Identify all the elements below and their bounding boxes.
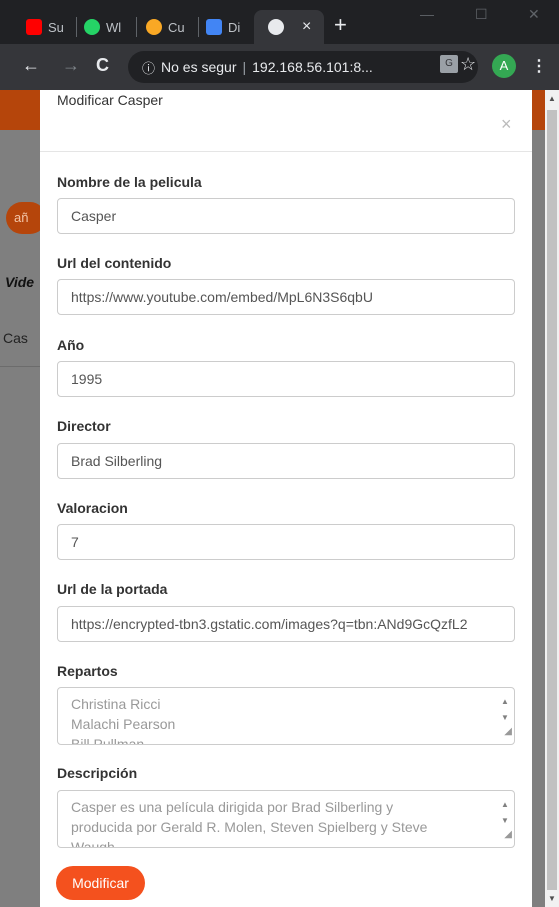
tab-whatsapp[interactable]: Wl bbox=[84, 10, 121, 44]
descripcion-line: Casper es una película dirigida por Brad… bbox=[71, 799, 394, 815]
reload-icon[interactable]: C bbox=[96, 55, 109, 75]
textarea-scrollbar[interactable]: ▲ ▼ ◢ bbox=[498, 793, 512, 845]
youtube-icon bbox=[26, 19, 42, 35]
valoracion-label: Valoracion bbox=[57, 500, 128, 516]
scrollbar-thumb[interactable] bbox=[547, 110, 557, 890]
textarea-scrollbar[interactable]: ▲ ▼ ◢ bbox=[498, 690, 512, 742]
anio-label: Año bbox=[57, 337, 85, 353]
translate-icon[interactable]: G bbox=[440, 55, 458, 73]
background-column-header: Vide bbox=[5, 274, 35, 290]
more-menu-icon[interactable]: ⋮ bbox=[531, 56, 547, 76]
tab-docs[interactable]: Di bbox=[206, 10, 240, 44]
descripcion-line: producida por Gerald R. Molen, Steven Sp… bbox=[71, 819, 428, 835]
tab-separator bbox=[198, 17, 199, 37]
address-bar[interactable]: ⓘ No es segur | 192.168.56.101:8... bbox=[128, 51, 478, 83]
address-divider: | bbox=[242, 59, 247, 75]
nombre-label: Nombre de la pelicula bbox=[57, 174, 202, 190]
back-icon[interactable]: ← bbox=[22, 55, 40, 75]
url-label: Url del contenido bbox=[57, 255, 172, 271]
globe-icon bbox=[268, 19, 284, 35]
resize-grip-icon[interactable]: ◢ bbox=[504, 825, 512, 845]
repartos-line: Malachi Pearson bbox=[71, 716, 176, 732]
portada-input[interactable]: https://encrypted-tbn3.gstatic.com/image… bbox=[57, 606, 515, 642]
modificar-button[interactable]: Modificar bbox=[56, 866, 145, 900]
address-host: 192.168.56.101:8... bbox=[252, 59, 373, 75]
valoracion-input[interactable]: 7 bbox=[57, 524, 515, 560]
info-icon[interactable]: ⓘ bbox=[142, 58, 155, 77]
new-tab-button[interactable]: + bbox=[334, 14, 347, 36]
close-icon[interactable]: × bbox=[501, 114, 512, 135]
nombre-input[interactable]: Casper bbox=[57, 198, 515, 234]
url-input[interactable]: https://www.youtube.com/embed/MpL6N3S6qb… bbox=[57, 279, 515, 315]
modal-divider bbox=[40, 151, 532, 152]
browser-toolbar: ← → C ⓘ No es segur | 192.168.56.101:8..… bbox=[0, 44, 559, 90]
minimize-button[interactable]: — bbox=[420, 6, 434, 22]
page-scrollbar[interactable]: ▲ ▼ bbox=[545, 90, 559, 907]
director-input[interactable]: Brad Silberling bbox=[57, 443, 515, 479]
scroll-up-icon[interactable]: ▲ bbox=[548, 94, 556, 103]
modal-title: Modificar Casper bbox=[57, 92, 163, 108]
repartos-line: Christina Ricci bbox=[71, 696, 161, 712]
resize-grip-icon[interactable]: ◢ bbox=[504, 722, 512, 742]
tab-active[interactable]: × bbox=[254, 10, 324, 44]
edit-movie-modal: Modificar Casper × Nombre de la pelicula… bbox=[40, 90, 532, 907]
background-divider bbox=[0, 366, 40, 367]
scroll-down-icon[interactable]: ▼ bbox=[548, 894, 556, 903]
avatar[interactable]: A bbox=[492, 54, 516, 78]
close-tab-icon[interactable]: × bbox=[302, 18, 311, 36]
star-icon[interactable]: ☆ bbox=[460, 54, 476, 75]
whatsapp-icon bbox=[84, 19, 100, 35]
anio-input[interactable]: 1995 bbox=[57, 361, 515, 397]
tab-separator bbox=[76, 17, 77, 37]
repartos-line: Bill Pullman bbox=[71, 736, 145, 745]
site-icon bbox=[146, 19, 162, 35]
docs-icon bbox=[206, 19, 222, 35]
portada-label: Url de la portada bbox=[57, 581, 168, 597]
window-close-button[interactable]: ✕ bbox=[528, 6, 540, 23]
descripcion-line: Waugh bbox=[71, 839, 115, 848]
tab-strip: Su Wl Cu Di × + — ☐ ✕ bbox=[0, 0, 559, 44]
repartos-label: Repartos bbox=[57, 663, 118, 679]
background-cell: Cas bbox=[3, 330, 28, 346]
security-warning: No es segur bbox=[161, 59, 237, 75]
tab-separator bbox=[136, 17, 137, 37]
repartos-textarea[interactable]: Christina Ricci Malachi Pearson Bill Pul… bbox=[57, 687, 515, 745]
director-label: Director bbox=[57, 418, 111, 434]
tab-youtube[interactable]: Su bbox=[26, 10, 64, 44]
descripcion-textarea[interactable]: Casper es una película dirigida por Brad… bbox=[57, 790, 515, 848]
descripcion-label: Descripción bbox=[57, 765, 138, 781]
tab-cu[interactable]: Cu bbox=[146, 10, 185, 44]
maximize-button[interactable]: ☐ bbox=[475, 6, 488, 23]
forward-icon[interactable]: → bbox=[62, 55, 80, 75]
